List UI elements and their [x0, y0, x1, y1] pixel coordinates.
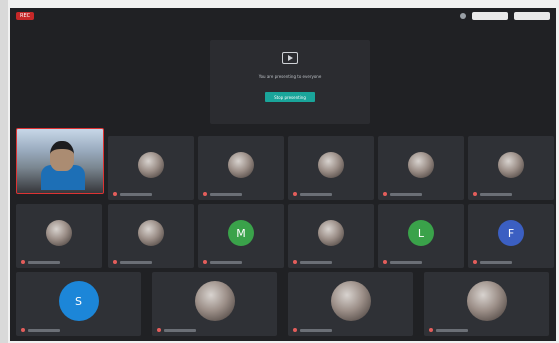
participant-tile[interactable]	[288, 272, 413, 336]
presentation-panel: You are presenting to everyone Stop pres…	[210, 40, 370, 124]
status-icon	[460, 13, 466, 19]
avatar	[228, 152, 254, 179]
participant-name	[473, 192, 512, 196]
muted-mic-icon	[473, 260, 477, 264]
presentation-message: You are presenting to everyone	[258, 74, 322, 79]
avatar	[46, 220, 72, 247]
participant-name	[203, 192, 242, 196]
participant-name	[21, 260, 60, 264]
participant-tile[interactable]	[108, 136, 194, 200]
participant-name	[157, 328, 196, 332]
muted-mic-icon	[21, 328, 25, 332]
participant-name	[203, 260, 242, 264]
participant-tile[interactable]	[288, 204, 374, 268]
avatar	[138, 220, 164, 247]
muted-mic-icon	[293, 260, 297, 264]
avatar	[318, 152, 344, 179]
participant-video-tile[interactable]	[16, 128, 104, 194]
participant-name	[293, 260, 332, 264]
muted-mic-icon	[21, 260, 25, 264]
participant-name	[21, 328, 60, 332]
participant-name	[113, 260, 152, 264]
person-face	[50, 141, 74, 171]
top-control-pill[interactable]	[472, 12, 508, 20]
avatar: F	[498, 220, 524, 247]
muted-mic-icon	[113, 192, 117, 196]
participant-name	[113, 192, 152, 196]
avatar	[194, 281, 235, 322]
left-edge	[0, 0, 8, 343]
participant-tile[interactable]	[108, 204, 194, 268]
avatar	[138, 152, 164, 179]
muted-mic-icon	[473, 192, 477, 196]
participant-name	[383, 260, 422, 264]
muted-mic-icon	[113, 260, 117, 264]
participant-tile[interactable]	[468, 136, 554, 200]
muted-mic-icon	[383, 192, 387, 196]
participant-tile[interactable]: S	[16, 272, 141, 336]
participant-tile[interactable]	[288, 136, 374, 200]
participant-tile[interactable]	[152, 272, 277, 336]
muted-mic-icon	[203, 192, 207, 196]
participant-tile[interactable]	[424, 272, 549, 336]
avatar	[408, 152, 434, 179]
participant-tile[interactable]	[378, 136, 464, 200]
muted-mic-icon	[157, 328, 161, 332]
avatar: M	[228, 220, 254, 247]
avatar	[498, 152, 524, 179]
muted-mic-icon	[203, 260, 207, 264]
participant-tile[interactable]: L	[378, 204, 464, 268]
muted-mic-icon	[293, 192, 297, 196]
avatar	[318, 220, 344, 247]
stop-presenting-button[interactable]: Stop presenting	[265, 92, 315, 102]
participant-tile[interactable]: M	[198, 204, 284, 268]
top-control-pill-2[interactable]	[514, 12, 550, 20]
present-icon	[282, 52, 298, 64]
avatar: S	[58, 281, 99, 322]
participant-tile[interactable]: F	[468, 204, 554, 268]
participant-name	[473, 260, 512, 264]
avatar	[466, 281, 507, 322]
participant-name	[429, 328, 468, 332]
top-controls	[460, 12, 550, 20]
participant-name	[383, 192, 422, 196]
meeting-window: REC You are presenting to everyone Stop …	[10, 8, 556, 341]
participant-name	[293, 328, 332, 332]
muted-mic-icon	[429, 328, 433, 332]
avatar	[330, 281, 371, 322]
recording-badge: REC	[16, 12, 35, 20]
muted-mic-icon	[293, 328, 297, 332]
participant-tile[interactable]	[198, 136, 284, 200]
meeting-top-bar: REC	[10, 8, 556, 24]
participant-tile[interactable]	[16, 204, 102, 268]
avatar: L	[408, 220, 434, 247]
muted-mic-icon	[383, 260, 387, 264]
participant-name	[293, 192, 332, 196]
